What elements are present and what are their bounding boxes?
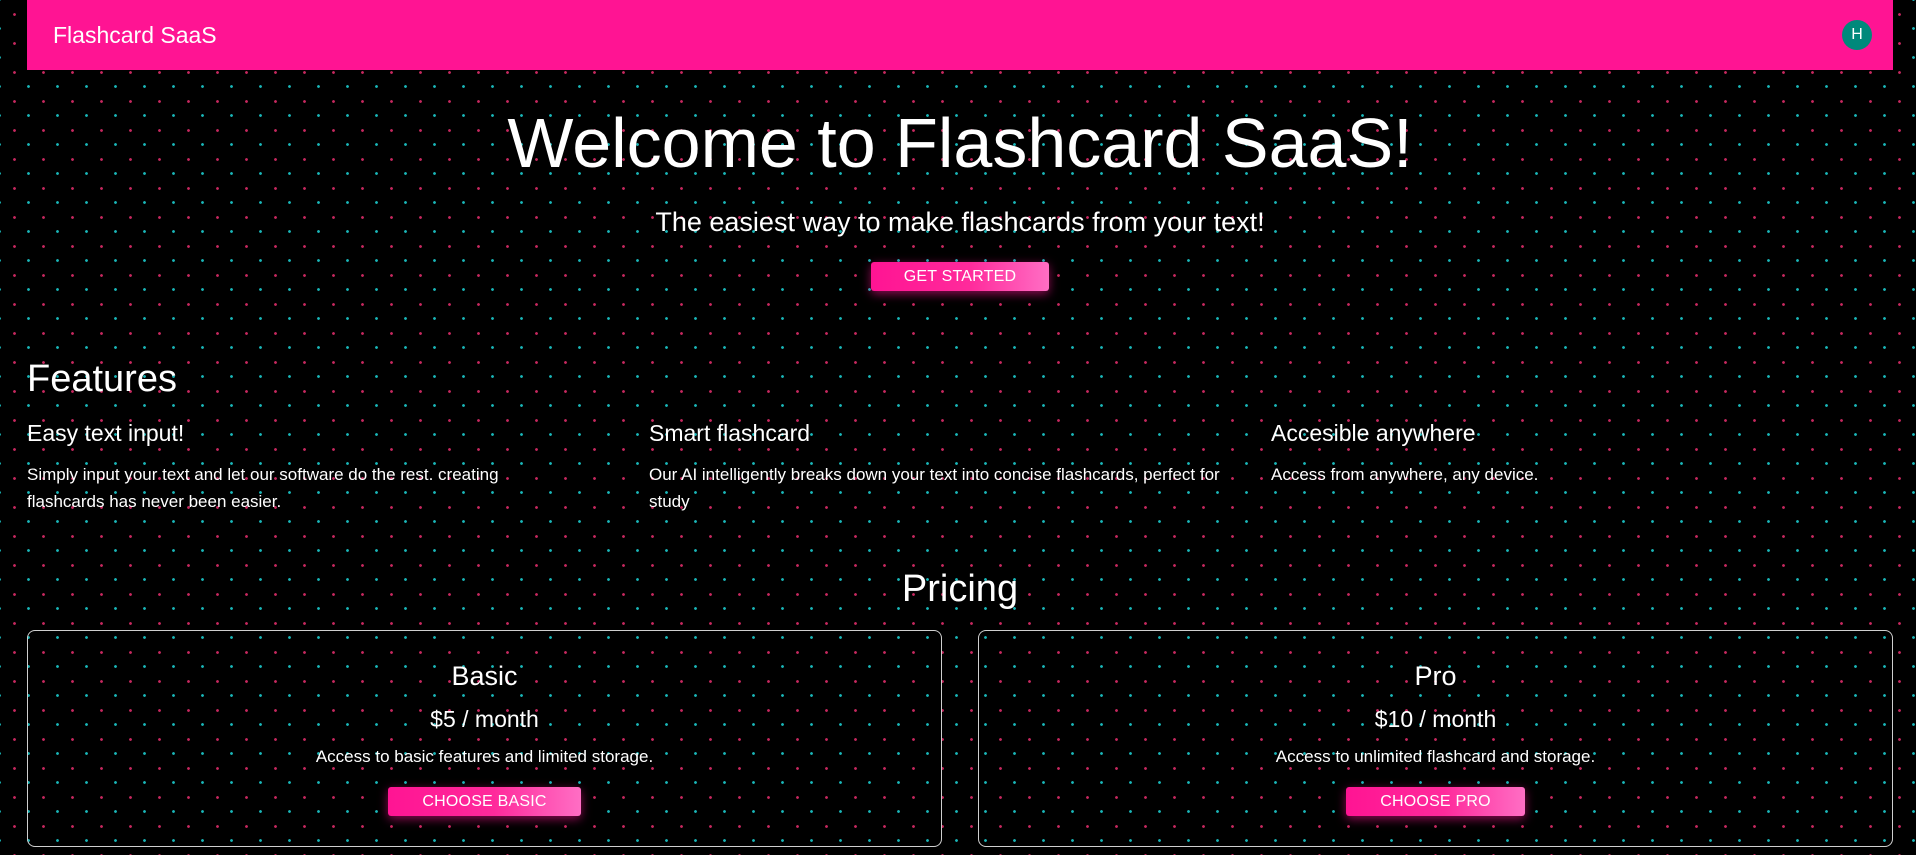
plan-description: Access to unlimited flashcard and storag… [1275,747,1596,766]
feature-title: Smart flashcard [649,420,811,446]
user-avatar[interactable]: H [1842,20,1872,50]
feature-title: Accesible anywhere [1271,420,1476,446]
plan-price: $5 / month [430,706,539,732]
get-started-button[interactable]: Get Started [870,261,1050,291]
plan-name: Basic [451,661,518,691]
choose-basic-button[interactable]: Choose Basic [388,787,581,816]
feature-title: Easy text input! [27,420,185,446]
feature-easy-text-input: Easy text input! Simply input your text … [27,420,649,515]
pricing-card-basic: Basic $5 / month Access to basic feature… [27,630,942,847]
plan-description: Access to basic features and limited sto… [315,747,654,766]
feature-accessible-anywhere: Accesible anywhere Access from anywhere,… [1271,420,1893,515]
pricing-card-pro: Pro $10 / month Access to unlimited flas… [978,630,1893,847]
hero-title: Welcome to Flashcard SaaS! [507,104,1413,182]
feature-smart-flashcard: Smart flashcard Our AI intelligently bre… [649,420,1271,515]
plan-name: Pro [1414,661,1457,691]
app-title[interactable]: Flashcard SaaS [53,22,217,49]
feature-description: Our AI intelligently breaks down your te… [649,465,1220,511]
choose-pro-button[interactable]: Choose Pro [1346,787,1525,816]
plan-price: $10 / month [1374,706,1497,732]
hero-section: Welcome to Flashcard SaaS! The easiest w… [27,100,1893,291]
features-section: Easy text input! Simply input your text … [27,420,1893,515]
top-app-bar: Flashcard SaaS H [27,0,1893,70]
feature-description: Access from anywhere, any device. [1271,465,1539,484]
feature-description: Simply input your text and let our softw… [27,465,499,511]
pricing-heading: Pricing [901,568,1019,610]
hero-subtitle: The easiest way to make flashcards from … [655,206,1265,237]
features-heading: Features [27,358,177,400]
